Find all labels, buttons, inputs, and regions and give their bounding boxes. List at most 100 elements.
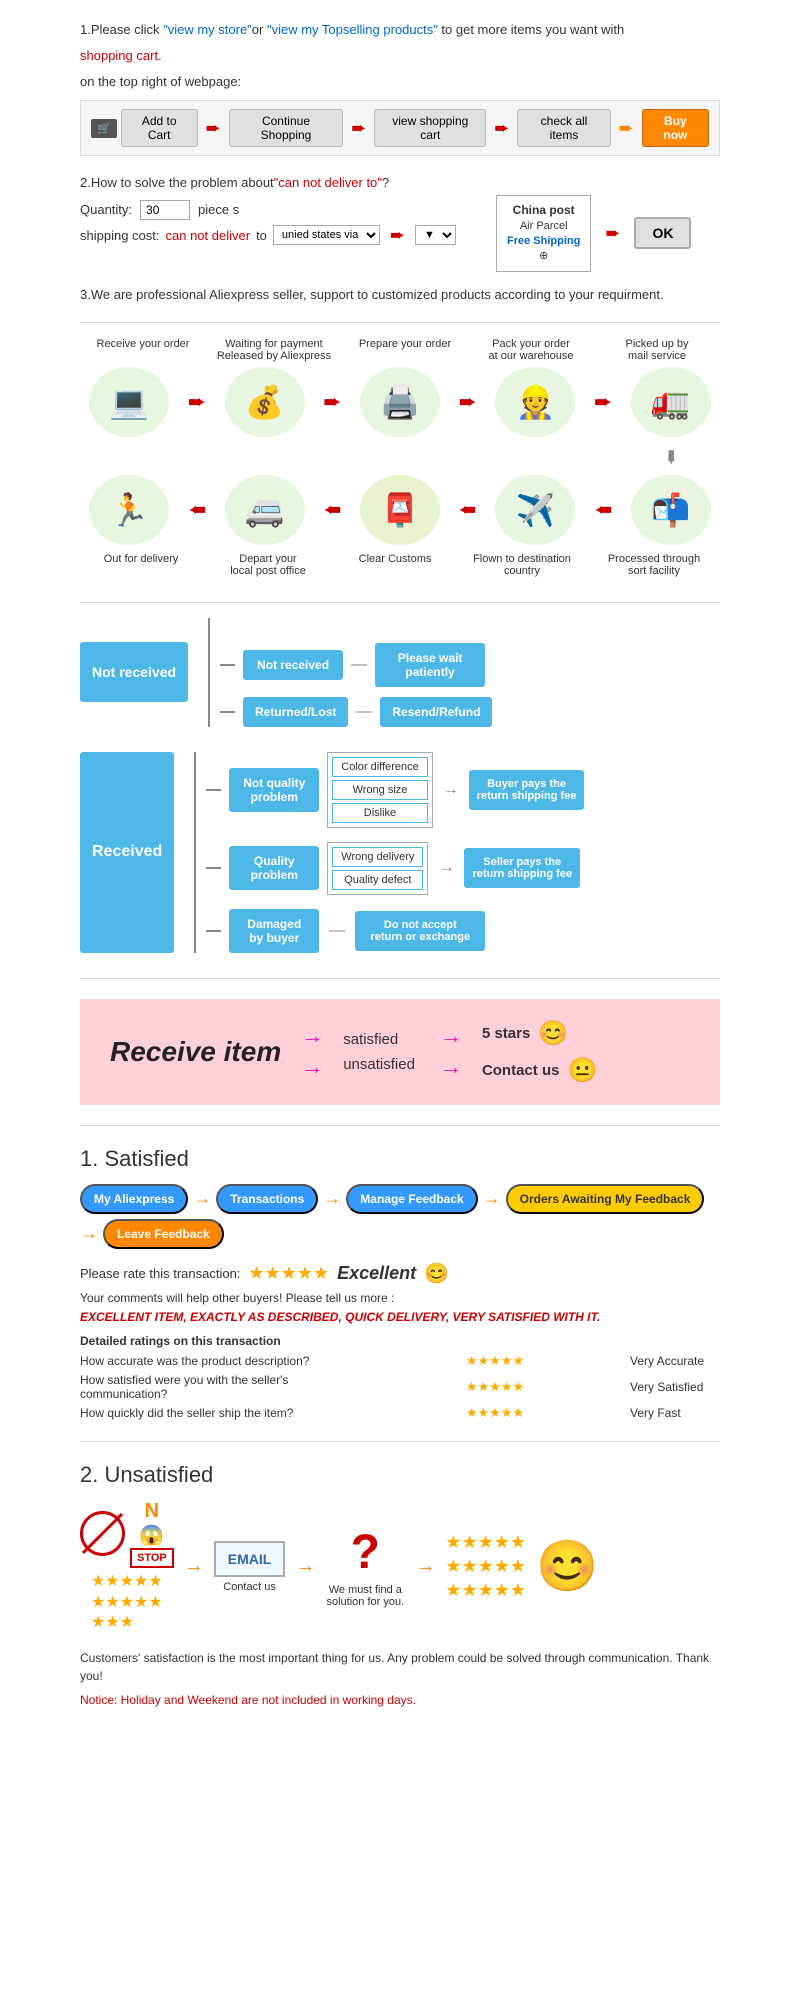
dislike: Dislike [332, 803, 427, 823]
unsatisfied-section: 2. Unsatisfied N 😱 STOP ★★★★★★★★★★★★★ → [80, 1462, 720, 1707]
process-icon-7: 🚐 [225, 475, 305, 545]
china-post-box: China post Air Parcel Free Shipping ⊕ [496, 195, 591, 272]
contact-us-pink: Contact us [482, 1062, 560, 1079]
shipping-row: shipping cost:can not deliver to unied s… [80, 225, 456, 246]
check-items-btn[interactable]: check all items [517, 109, 610, 147]
review-text: EXCELLENT ITEM, EXACTLY AS DESCRIBED, QU… [80, 1310, 720, 1324]
big-smiley: 😊 [536, 1537, 598, 1596]
step-arrow4: → [80, 1223, 98, 1244]
transactions-btn[interactable]: Transactions [216, 1184, 318, 1214]
unsat-stars-row2: ★★★★★ [445, 1556, 526, 1577]
not-received-sub2: Returned/Lost [243, 697, 348, 727]
feedback-steps: My Aliexpress → Transactions → Manage Fe… [80, 1184, 720, 1249]
proc-arrow1: ➨ [188, 389, 206, 415]
proc-arrow5: ➨ [188, 497, 206, 523]
proc-arrow6: ➨ [323, 497, 341, 523]
solution-label: We must find a solution for you. [325, 1584, 405, 1608]
detailed-ratings: Detailed ratings on this transaction How… [80, 1334, 720, 1421]
satisfied-section: 1. Satisfied My Aliexpress → Transaction… [80, 1146, 720, 1421]
arrow2: ➨ [351, 118, 366, 139]
process-icon-2: 💰 [225, 367, 305, 437]
section2-title: 2.How to solve the problem about"can not… [80, 171, 720, 194]
shipping-select2[interactable]: ▼ [415, 225, 456, 245]
divider2 [80, 602, 720, 603]
process-icon-1: 💻 [89, 367, 169, 437]
proc-arrow4: ➨ [594, 389, 612, 415]
received-main: Received [80, 752, 174, 953]
section1-right: on the top right of webpage: [80, 72, 720, 93]
section1: 1.Please click "view my store"or "view m… [80, 20, 720, 156]
divider1 [80, 322, 720, 323]
process-icon-8: 📮 [360, 475, 440, 545]
excellent-label: Excellent [337, 1263, 416, 1284]
unsat-stars-1: ★★★★★★★★★★★★★ [91, 1572, 163, 1634]
detailed-title: Detailed ratings on this transaction [80, 1334, 720, 1348]
rate-label: Please rate this transaction: [80, 1266, 240, 1281]
manage-feedback-btn[interactable]: Manage Feedback [346, 1184, 477, 1214]
unsat-stars-row3: ★★★★★ [445, 1580, 526, 1601]
step-label-5: Picked up bymail service [602, 338, 712, 362]
unsat-stars-row1: ★★★★★ [445, 1532, 526, 1553]
color-diff: Color difference [332, 757, 427, 777]
process-icon-10: 📬 [631, 475, 711, 545]
detail-row-2: How satisfied were you with the seller's… [80, 1373, 720, 1401]
no-sign [80, 1511, 125, 1556]
buyer-pays: Buyer pays thereturn shipping fee [469, 770, 585, 810]
section3-text: 3.We are professional Aliexpress seller,… [80, 287, 720, 302]
satisfied-label: satisfied [343, 1031, 415, 1048]
step-label-9: Flown to destinationcountry [467, 553, 577, 577]
stop-sign: STOP [130, 1548, 174, 1568]
section3: 3.We are professional Aliexpress seller,… [80, 287, 720, 302]
leave-feedback-btn[interactable]: Leave Feedback [103, 1219, 224, 1249]
not-quality-box: Not qualityproblem [229, 768, 319, 812]
notice-text: Notice: Holiday and Weekend are not incl… [80, 1693, 720, 1707]
process-icon-9: ✈️ [495, 475, 575, 545]
divider3 [80, 978, 720, 979]
step-label-1: Receive your order [88, 338, 198, 362]
add-to-cart-btn[interactable]: Add to Cart [121, 109, 198, 147]
quality-problem-box: Qualityproblem [229, 846, 319, 890]
shocked-emoji: 😱 [139, 1523, 164, 1548]
wrong-size: Wrong size [332, 780, 427, 800]
section1-text: 1.Please click "view my store"or "view m… [80, 20, 720, 41]
arrow4: ➨ [619, 118, 634, 139]
n-icon: N [145, 1500, 159, 1523]
shipping-select[interactable]: unied states via [273, 225, 380, 245]
step-label-3: Prepare your order [350, 338, 460, 362]
pink-arrow1: → [301, 1023, 323, 1049]
process-icon-5: 🚛 [631, 367, 711, 437]
cart-steps-bar: 🛒 Add to Cart ➨ Continue Shopping ➨ view… [80, 100, 720, 156]
arrow1: ➨ [206, 118, 221, 139]
quantity-row: Quantity: piece s [80, 200, 456, 220]
proc-arrow3: ➨ [458, 389, 476, 415]
decision-tree: Not received Not received — Please waitp… [80, 618, 720, 953]
my-aliexpress-btn[interactable]: My Aliexpress [80, 1184, 188, 1214]
unsatisfied-label: unsatisfied [343, 1056, 415, 1073]
footer-text: Customers' satisfaction is the most impo… [80, 1649, 720, 1685]
continue-shopping-btn[interactable]: Continue Shopping [229, 109, 343, 147]
not-received-sub1: Not received [243, 650, 343, 680]
contact-label: Contact us [223, 1581, 276, 1593]
excellent-emoji: 😊 [424, 1261, 449, 1286]
seller-pays: Seller pays thereturn shipping fee [464, 848, 580, 888]
satisfied-title: 1. Satisfied [80, 1146, 720, 1172]
step-label-2: Waiting for paymentReleased by Aliexpres… [214, 338, 334, 362]
orders-awaiting-btn[interactable]: Orders Awaiting My Feedback [506, 1184, 705, 1214]
quantity-input[interactable] [140, 200, 190, 220]
ok-button[interactable]: OK [634, 217, 691, 249]
email-box: EMAIL [214, 1541, 286, 1577]
happy-emoji: 😊 [538, 1019, 568, 1048]
step-label-7: Depart yourlocal post office [213, 553, 323, 577]
step-label-4: Pack your orderat our warehouse [476, 338, 586, 362]
pink-arrow2: → [301, 1054, 323, 1080]
unsat-flow: N 😱 STOP ★★★★★★★★★★★★★ → EMAIL Contact u… [80, 1500, 720, 1634]
view-cart-btn[interactable]: view shopping cart [374, 109, 486, 147]
pink-arrow3: → [440, 1023, 462, 1049]
step-arrow2: → [323, 1188, 341, 1209]
step-arrow3: → [483, 1188, 501, 1209]
pink-arrow4: → [440, 1054, 462, 1080]
unsat-arrow3: → [415, 1555, 435, 1578]
process-section: Receive your order Waiting for paymentRe… [80, 338, 720, 577]
unsat-arrow2: → [295, 1555, 315, 1578]
buy-now-btn[interactable]: Buy now [642, 109, 709, 147]
